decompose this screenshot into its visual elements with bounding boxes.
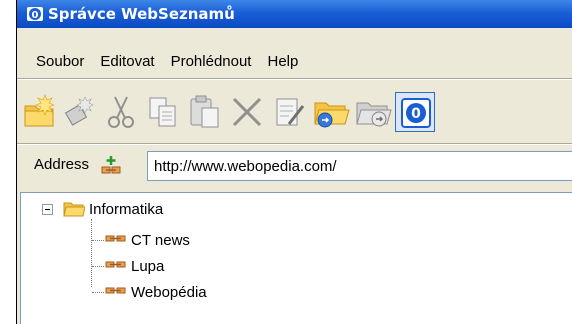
properties-icon <box>276 98 305 126</box>
copy-icon <box>149 97 176 127</box>
menu-soubor[interactable]: Soubor <box>17 53 92 70</box>
app-window: 0 Správce WebSeznamů Soubor Editovat Pro… <box>16 0 572 324</box>
menu-help[interactable]: Help <box>259 53 306 70</box>
tree-node-label: Webopédia <box>131 283 207 301</box>
title-bar[interactable]: 0 Správce WebSeznamů <box>17 0 572 28</box>
tree-expander-collapse[interactable] <box>42 204 53 215</box>
svg-text:0: 0 <box>32 10 39 21</box>
new-link-button[interactable] <box>59 92 99 132</box>
new-folder-button[interactable] <box>19 92 59 132</box>
tree-node-ct-news[interactable]: CT news <box>105 229 190 251</box>
tree-view: Informatika CT news Lupa Webopédia <box>20 192 572 324</box>
tree-node-webopedia[interactable]: Webopédia <box>105 281 207 303</box>
address-input[interactable] <box>147 151 572 181</box>
link-icon <box>105 235 126 242</box>
add-link-icon[interactable] <box>99 154 123 178</box>
open-folder-gray-icon <box>356 102 392 127</box>
address-bar: Address <box>17 145 572 187</box>
tree-node-label: CT news <box>131 231 190 249</box>
window-title: Správce WebSeznamů <box>48 5 235 23</box>
menu-editovat[interactable]: Editovat <box>92 53 162 70</box>
open-folder-icon <box>314 102 350 128</box>
menu-separator <box>17 78 572 80</box>
open-folder-button[interactable] <box>311 92 351 132</box>
menu-bar: Soubor Editovat Prohlédnout Help <box>17 48 572 74</box>
properties-button[interactable] <box>269 92 309 132</box>
link-icon <box>105 261 126 268</box>
toolbar: 0 <box>17 82 572 142</box>
cut-button[interactable] <box>101 92 141 132</box>
menu-prohlednout[interactable]: Prohlédnout <box>163 53 260 70</box>
svg-text:0: 0 <box>411 106 421 122</box>
app-icon: 0 <box>27 7 43 21</box>
copy-button[interactable] <box>143 92 183 132</box>
new-link-icon <box>64 96 94 126</box>
delete-icon <box>232 97 262 127</box>
new-folder-icon <box>24 94 55 127</box>
link-icon <box>105 287 126 294</box>
open-folder-gray-button[interactable] <box>353 92 393 132</box>
tree-connector <box>91 219 92 287</box>
folder-open-icon <box>63 202 85 217</box>
tree-connector-h <box>92 292 104 293</box>
cut-icon <box>108 96 134 128</box>
delete-button[interactable] <box>227 92 267 132</box>
info-icon: 0 <box>401 98 431 128</box>
tree-node-informatika[interactable]: Informatika <box>63 198 163 220</box>
paste-icon <box>190 95 219 128</box>
paste-button[interactable] <box>185 92 225 132</box>
tree-node-label: Lupa <box>131 257 165 275</box>
tree-connector-h <box>92 240 104 241</box>
tree-node-label: Informatika <box>89 200 164 218</box>
address-label: Address <box>34 156 90 173</box>
tree-connector-h <box>92 266 104 267</box>
tree-node-lupa[interactable]: Lupa <box>105 255 164 277</box>
info-button[interactable]: 0 <box>395 92 435 132</box>
